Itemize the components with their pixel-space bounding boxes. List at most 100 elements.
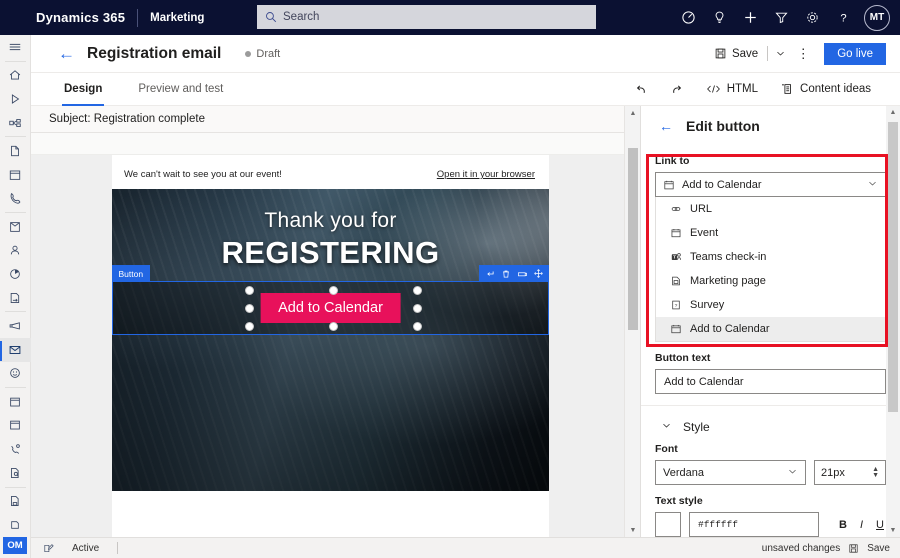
sidebar-item-customer-journey[interactable] xyxy=(0,286,31,310)
sidebar-item-documents[interactable] xyxy=(0,139,31,163)
resize-handle-top-center[interactable] xyxy=(329,286,338,295)
dropdown-option-url[interactable]: URL xyxy=(656,197,885,221)
canvas-scroll-up-icon[interactable]: ▲ xyxy=(625,106,641,120)
revert-icon[interactable] xyxy=(483,265,498,282)
panel-scroll-up-icon[interactable]: ▲ xyxy=(886,106,900,119)
save-button[interactable]: Save xyxy=(707,40,765,68)
canvas-scroll-down-icon[interactable]: ▼ xyxy=(625,523,641,537)
hamburger-menu-icon[interactable] xyxy=(0,35,31,59)
chevron-down-icon[interactable] xyxy=(867,178,878,191)
sidebar-item-voice-settings[interactable] xyxy=(0,437,31,461)
go-live-button[interactable]: Go live xyxy=(824,42,886,65)
sidebar-item-home[interactable] xyxy=(0,64,31,88)
sidebar-item-event-calendar[interactable] xyxy=(0,414,31,438)
sidebar-item-phone[interactable] xyxy=(0,186,31,210)
status-save-label[interactable]: Save xyxy=(867,543,890,554)
style-section-header[interactable]: Style xyxy=(655,416,886,443)
subject-line[interactable]: Subject: Registration complete xyxy=(31,106,640,133)
global-search-box[interactable]: Search xyxy=(257,5,596,29)
dropdown-option-event[interactable]: Event xyxy=(656,221,885,245)
move-icon[interactable] xyxy=(531,265,546,282)
sidebar-item-pinned[interactable] xyxy=(0,111,31,135)
hero-image-block[interactable]: Thank you for REGISTERING Button Add to … xyxy=(112,189,549,491)
resize-handle-top-right[interactable] xyxy=(413,286,422,295)
app-name-label[interactable]: Marketing xyxy=(150,12,204,24)
font-size-value: 21px xyxy=(821,466,845,479)
sidebar-item-lead-scoring[interactable] xyxy=(0,461,31,485)
filter-icon[interactable] xyxy=(766,0,797,35)
selected-button-block[interactable]: Button Add to Calendar xyxy=(112,265,549,335)
panel-scrollbar[interactable]: ▲ ▼ xyxy=(886,106,900,537)
sidebar-item-events[interactable] xyxy=(0,390,31,414)
resize-handle-bottom-left[interactable] xyxy=(245,322,254,331)
save-options-chevron-down-icon[interactable] xyxy=(770,40,790,68)
sidebar-item-calendar[interactable] xyxy=(0,163,31,187)
search-icon xyxy=(266,12,277,23)
font-family-select[interactable]: Verdana xyxy=(655,460,806,485)
resize-handle-bottom-right[interactable] xyxy=(413,322,422,331)
save-icon[interactable] xyxy=(848,543,859,554)
chevron-down-icon[interactable] xyxy=(787,466,798,479)
html-button[interactable]: HTML xyxy=(695,74,769,104)
sidebar-item-customer-voice[interactable] xyxy=(0,362,31,386)
gear-icon[interactable] xyxy=(797,0,828,35)
sidebar-item-template[interactable] xyxy=(0,489,31,513)
sidebar-item-contacts[interactable] xyxy=(0,239,31,263)
lightbulb-icon[interactable] xyxy=(704,0,735,35)
panel-back-arrow-icon[interactable]: ← xyxy=(659,119,673,133)
text-color-swatch[interactable] xyxy=(655,512,681,537)
sidebar-item-segments[interactable] xyxy=(0,262,31,286)
sidebar-item-recent[interactable] xyxy=(0,87,31,111)
environment-badge[interactable]: OM xyxy=(3,536,27,554)
underline-button[interactable]: U xyxy=(876,519,884,531)
product-brand[interactable]: Dynamics 365 xyxy=(36,10,125,25)
font-row: Verdana 21px ▲ ▼ xyxy=(655,460,886,485)
dropdown-option-survey[interactable]: ? Survey xyxy=(656,293,885,317)
stepper-arrows-icon[interactable]: ▲ ▼ xyxy=(872,466,879,479)
bold-button[interactable]: B xyxy=(839,519,847,531)
top-nav-icons: ? MT xyxy=(673,0,894,35)
content-ideas-label: Content ideas xyxy=(800,83,871,95)
unsaved-changes-label: unsaved changes xyxy=(761,542,841,554)
delete-icon[interactable] xyxy=(499,265,514,282)
sidebar-item-accounts[interactable] xyxy=(0,215,31,239)
font-size-stepper[interactable]: 21px ▲ ▼ xyxy=(814,460,886,485)
dropdown-option-marketing-page[interactable]: Marketing page xyxy=(656,269,885,293)
redo-button[interactable] xyxy=(659,74,695,104)
tab-preview-and-test[interactable]: Preview and test xyxy=(132,73,229,106)
resize-handle-middle-left[interactable] xyxy=(245,304,254,313)
panel-scroll-down-icon[interactable]: ▼ xyxy=(886,524,900,537)
command-bar-actions: Save ⋮ Go live xyxy=(707,40,900,68)
svg-text:?: ? xyxy=(675,303,678,309)
add-to-calendar-cta-button[interactable]: Add to Calendar xyxy=(260,293,401,323)
italic-button[interactable]: I xyxy=(860,519,863,531)
canvas-scrollbar[interactable]: ▲ ▼ xyxy=(624,106,640,537)
back-arrow-icon[interactable]: ← xyxy=(58,45,75,62)
content-ideas-button[interactable]: Content ideas xyxy=(769,74,882,104)
sidebar-item-marketing-email[interactable] xyxy=(0,337,31,362)
resize-handle-bottom-center[interactable] xyxy=(329,322,338,331)
open-in-browser-link[interactable]: Open it in your browser xyxy=(437,169,547,180)
dropdown-option-teams-check-in[interactable]: T Teams check-in xyxy=(656,245,885,269)
resize-handle-middle-right[interactable] xyxy=(413,304,422,313)
edit-record-icon[interactable] xyxy=(43,543,54,554)
text-color-hex-input[interactable]: #ffffff xyxy=(689,512,820,537)
duplicate-icon[interactable] xyxy=(515,265,530,282)
link-to-combobox[interactable]: Add to Calendar xyxy=(655,172,886,197)
chevron-down-icon[interactable] xyxy=(661,420,672,434)
help-icon[interactable]: ? xyxy=(828,0,859,35)
more-options-button[interactable]: ⋮ xyxy=(790,40,816,68)
undo-button[interactable] xyxy=(623,74,659,104)
sidebar-item-content[interactable] xyxy=(0,513,31,537)
assistant-icon[interactable] xyxy=(673,0,704,35)
canvas-scroll-thumb[interactable] xyxy=(628,148,638,330)
sidebar-item-marketing-campaign[interactable] xyxy=(0,314,31,338)
stepper-down-icon[interactable]: ▼ xyxy=(872,472,879,479)
add-icon[interactable] xyxy=(735,0,766,35)
button-text-input[interactable]: Add to Calendar xyxy=(655,369,886,394)
panel-scroll-thumb[interactable] xyxy=(888,122,898,412)
resize-handle-top-left[interactable] xyxy=(245,286,254,295)
user-avatar[interactable]: MT xyxy=(864,4,890,31)
dropdown-option-add-to-calendar[interactable]: Add to Calendar xyxy=(656,317,885,341)
tab-design[interactable]: Design xyxy=(58,73,108,106)
